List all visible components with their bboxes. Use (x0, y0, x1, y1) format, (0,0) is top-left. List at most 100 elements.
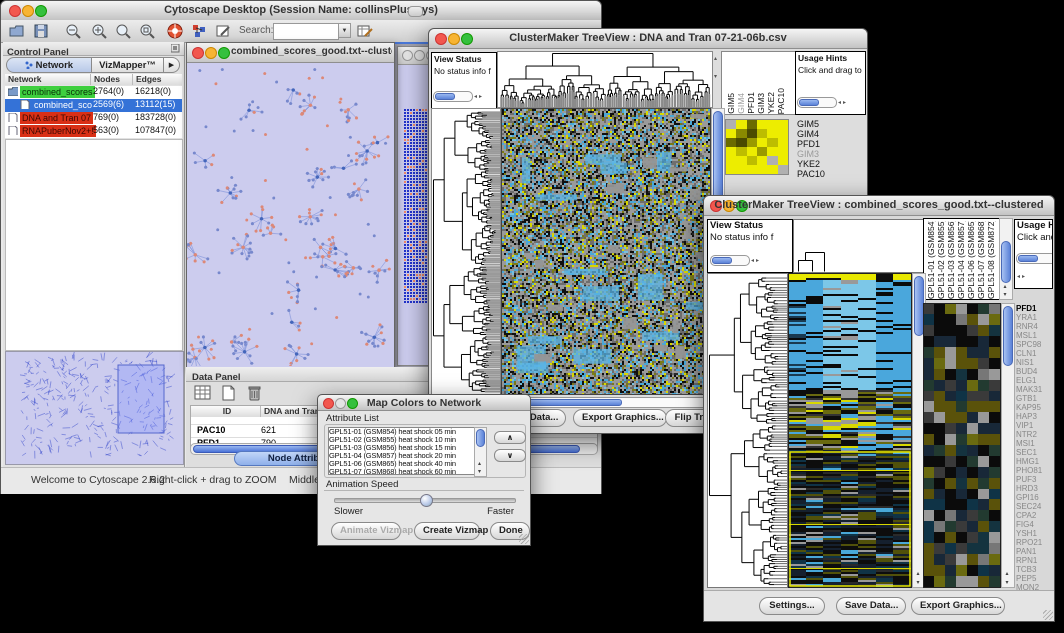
column-label: GPL51-02 (GSM855) (936, 221, 946, 299)
zoom-out-icon[interactable] (65, 23, 81, 39)
usage-hints-text: Click and (1015, 232, 1052, 244)
new-document-icon[interactable] (220, 385, 238, 401)
tv1-hscrollbar[interactable] (501, 397, 711, 408)
trash-icon[interactable] (246, 384, 264, 402)
network-row[interactable]: combined_sco2569(6)13112(15) (5, 99, 182, 112)
tv2-column-labels[interactable]: GPL51-01 (GSM854)GPL51-02 (GSM855)GPL51-… (923, 218, 1001, 300)
zoom-window-icon[interactable] (218, 47, 230, 59)
network-nodes-icon[interactable] (191, 23, 207, 39)
scroll-up-arrow-icon[interactable]: ▴ (1000, 283, 1010, 290)
tv1-column-labels[interactable]: GIM5GIM4PFD1GIM3YKE2PAC10 (721, 51, 797, 115)
tv1-row-labels[interactable]: GIM5GIM4PFD1GIM3YKE2PAC10 (797, 119, 825, 179)
tv2-titlebar[interactable]: ClusterMaker TreeView : combined_scores_… (704, 196, 1054, 216)
zoom-cell (736, 165, 746, 174)
scroll-down-arrow-icon[interactable]: ▾ (1000, 291, 1010, 298)
tv2-column-dendrogram[interactable] (793, 219, 925, 273)
tab-network[interactable]: Network (6, 57, 92, 73)
animate-vizmap-button[interactable]: Animate Vizmap (331, 522, 401, 540)
tv2-zoom-vscrollbar[interactable]: ▴ ▾ (1001, 303, 1015, 588)
dialog-titlebar[interactable]: Map Colors to Network (318, 395, 530, 411)
move-down-button[interactable]: ∨ (494, 449, 526, 462)
animation-speed-slider[interactable] (334, 498, 516, 503)
table-grid-icon[interactable] (194, 385, 212, 401)
id-column-header[interactable]: ID (191, 406, 261, 417)
zoom-selected-icon[interactable] (115, 23, 131, 39)
scroll-down-arrow-icon[interactable]: ▾ (1002, 579, 1012, 586)
view-status-scrollbar[interactable]: ◂▸ (710, 252, 760, 270)
create-vizmap-button[interactable]: Create Vizmap (414, 522, 480, 540)
col-network[interactable]: Network (5, 74, 91, 85)
column-label: PFD1 (746, 92, 756, 114)
tv1-export-graphics-button[interactable]: Export Graphics... (573, 409, 667, 427)
tv2-global-heatmap[interactable] (788, 273, 912, 588)
float-panel-icon[interactable] (171, 44, 180, 53)
col-nodes[interactable]: Nodes (91, 74, 133, 85)
toolbar-pill-button[interactable] (408, 6, 423, 17)
attribute-list-vscrollbar[interactable]: ▴ ▾ (474, 427, 487, 477)
network-view-canvas[interactable] (187, 63, 392, 366)
zoom-in-icon[interactable] (91, 23, 107, 39)
attribute-item[interactable]: GPL51-07 (GSM868) heat shock 60 min (329, 468, 475, 475)
gene-label: GTB1 (1016, 394, 1042, 403)
slider-thumb[interactable] (420, 494, 433, 507)
tree-down-arrow-icon[interactable]: ▾ (714, 73, 717, 80)
tree-up-arrow-icon[interactable]: ▴ (714, 55, 717, 62)
attribute-listbox[interactable]: GPL51-01 (GSM854) heat shock 05 minGPL51… (328, 427, 476, 475)
scroll-down-arrow-icon[interactable]: ▾ (913, 579, 923, 586)
main-titlebar[interactable]: Cytoscape Desktop (Session Name: collins… (1, 1, 601, 21)
search-input[interactable] (273, 23, 339, 40)
vscroll-thumb[interactable] (713, 111, 723, 208)
birdseye-view[interactable] (5, 351, 184, 465)
help-lifering-icon[interactable] (167, 23, 183, 39)
zoom-cell (757, 156, 767, 165)
resize-grip[interactable] (519, 534, 529, 544)
tv2-zoom-heatmap[interactable] (923, 303, 1001, 588)
col-edges[interactable]: Edges (133, 74, 182, 85)
vscroll-thumb[interactable] (1003, 306, 1013, 366)
tv1-global-heatmap[interactable] (501, 108, 711, 395)
save-icon[interactable] (33, 23, 49, 39)
scroll-up-arrow-icon[interactable]: ▴ (1002, 570, 1012, 577)
column-label: YKE2 (766, 92, 776, 114)
tv1-titlebar[interactable]: ClusterMaker TreeView : DNA and Tran 07-… (429, 29, 867, 49)
vscroll-thumb[interactable] (476, 429, 485, 447)
edges-count: 183728(0) (135, 112, 176, 122)
gene-label: MAK31 (1016, 385, 1042, 394)
zoom-cell (778, 147, 788, 156)
tv1-zoom-heatmap[interactable] (725, 119, 789, 175)
tv1-row-dendrogram[interactable] (431, 108, 501, 395)
usage-hints-scrollbar[interactable]: ◂▸ (1016, 250, 1053, 286)
close-icon[interactable] (402, 50, 413, 61)
network-window-1[interactable]: combined_scores_good.txt--cluste… (186, 42, 395, 368)
tab-overflow-arrow-icon[interactable]: ▶ (164, 57, 180, 73)
scroll-up-arrow-icon[interactable]: ▴ (913, 570, 923, 577)
usage-hints-scrollbar[interactable]: ◂▸ (797, 94, 847, 112)
tv2-settings-button[interactable]: Settings... (759, 597, 825, 615)
network-row[interactable]: combined_scores2764(0)16218(0) (5, 86, 182, 99)
table-edit-icon[interactable] (357, 23, 373, 39)
open-file-icon[interactable] (9, 23, 25, 39)
tv2-export-graphics-button[interactable]: Export Graphics... (911, 597, 1005, 615)
minimize-icon[interactable] (205, 47, 217, 59)
scroll-down-arrow-icon[interactable]: ▾ (475, 468, 484, 475)
close-icon[interactable] (192, 47, 204, 59)
zoom-fit-icon[interactable] (139, 23, 155, 39)
vscroll-thumb[interactable] (1001, 241, 1011, 283)
tv1-column-dendrogram[interactable] (497, 51, 713, 108)
tv2-row-labels[interactable]: PFD1YRA1RNR4MSL1SPC98CLN1NIS1BUD4ELG1MAK… (1016, 304, 1042, 592)
tab-vizmapper[interactable]: VizMapper™ (92, 57, 164, 73)
scroll-up-arrow-icon[interactable]: ▴ (475, 460, 484, 467)
column-label: GIM4 (736, 93, 746, 114)
tv2-column-labels-vscrollbar[interactable]: ▴ ▾ (999, 218, 1013, 300)
network-row[interactable]: RNAPuberNov2+!563(0)107847(0) (5, 125, 182, 138)
tv2-save-data-button[interactable]: Save Data... (836, 597, 906, 615)
view-status-scrollbar[interactable]: ◂▸ (433, 88, 483, 106)
resize-grip[interactable] (1043, 610, 1053, 620)
minimize-icon[interactable] (414, 50, 425, 61)
annotation-icon[interactable] (215, 23, 231, 39)
network-row[interactable]: DNA and Tran 07769(0)183728(0) (5, 112, 182, 125)
zoom-cell (757, 147, 767, 156)
move-up-button[interactable]: ∧ (494, 431, 526, 444)
tv2-row-dendrogram[interactable] (707, 273, 788, 588)
search-dropdown-arrow-icon[interactable]: ▼ (338, 23, 351, 38)
